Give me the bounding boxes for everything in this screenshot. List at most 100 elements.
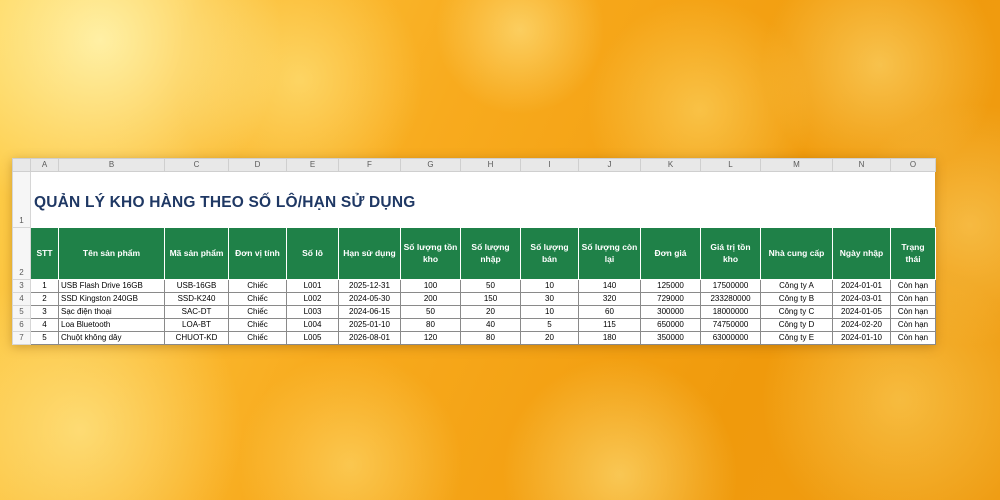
cell-H3[interactable]: 50 (460, 279, 521, 293)
cell-E3[interactable]: L001 (286, 279, 339, 293)
cell-C7[interactable]: CHUOT-KD (164, 331, 229, 345)
cell-O3[interactable]: Còn hạn (890, 279, 936, 293)
cell-M5[interactable]: Công ty C (760, 305, 833, 319)
table-header-cell-N[interactable]: Ngày nhập (832, 227, 891, 280)
cell-K7[interactable]: 350000 (640, 331, 701, 345)
cell-G5[interactable]: 50 (400, 305, 461, 319)
column-header-M[interactable]: M (760, 158, 833, 172)
cell-C6[interactable]: LOA-BT (164, 318, 229, 332)
cell-H5[interactable]: 20 (460, 305, 521, 319)
cell-A7[interactable]: 5 (30, 331, 59, 345)
cell-F7[interactable]: 2026-08-01 (338, 331, 401, 345)
cell-N3[interactable]: 2024-01-01 (832, 279, 891, 293)
cell-O6[interactable]: Còn hạn (890, 318, 936, 332)
column-header-G[interactable]: G (400, 158, 461, 172)
cell-A4[interactable]: 2 (30, 292, 59, 306)
cell-C4[interactable]: SSD-K240 (164, 292, 229, 306)
cell-G3[interactable]: 100 (400, 279, 461, 293)
cell-E4[interactable]: L002 (286, 292, 339, 306)
cell-B5[interactable]: Sạc điện thoại (58, 305, 165, 319)
cell-G7[interactable]: 120 (400, 331, 461, 345)
table-header-cell-L[interactable]: Giá trị tồn kho (700, 227, 761, 280)
column-header-N[interactable]: N (832, 158, 891, 172)
cell-D3[interactable]: Chiếc (228, 279, 287, 293)
cell-A5[interactable]: 3 (30, 305, 59, 319)
cell-B3[interactable]: USB Flash Drive 16GB (58, 279, 165, 293)
cell-K5[interactable]: 300000 (640, 305, 701, 319)
cell-B6[interactable]: Loa Bluetooth (58, 318, 165, 332)
cell-F3[interactable]: 2025-12-31 (338, 279, 401, 293)
row-header-2[interactable]: 2 (12, 227, 31, 280)
table-header-cell-O[interactable]: Trạng thái (890, 227, 936, 280)
cell-N7[interactable]: 2024-01-10 (832, 331, 891, 345)
cell-K4[interactable]: 729000 (640, 292, 701, 306)
column-header-A[interactable]: A (30, 158, 59, 172)
column-header-O[interactable]: O (890, 158, 936, 172)
table-header-cell-F[interactable]: Hạn sử dụng (338, 227, 401, 280)
cell-J4[interactable]: 320 (578, 292, 641, 306)
cell-A3[interactable]: 1 (30, 279, 59, 293)
cell-J3[interactable]: 140 (578, 279, 641, 293)
cell-I6[interactable]: 5 (520, 318, 579, 332)
table-header-cell-G[interactable]: Số lượng tồn kho (400, 227, 461, 280)
cell-J7[interactable]: 180 (578, 331, 641, 345)
table-header-cell-K[interactable]: Đơn giá (640, 227, 701, 280)
cell-C5[interactable]: SAC-DT (164, 305, 229, 319)
table-header-cell-A[interactable]: STT (30, 227, 59, 280)
cell-L7[interactable]: 63000000 (700, 331, 761, 345)
cell-A6[interactable]: 4 (30, 318, 59, 332)
cell-I3[interactable]: 10 (520, 279, 579, 293)
cell-F5[interactable]: 2024-06-15 (338, 305, 401, 319)
cell-H6[interactable]: 40 (460, 318, 521, 332)
row-header-3[interactable]: 3 (12, 279, 31, 293)
cell-O7[interactable]: Còn hạn (890, 331, 936, 345)
table-header-cell-H[interactable]: Số lượng nhập (460, 227, 521, 280)
cell-F6[interactable]: 2025-01-10 (338, 318, 401, 332)
cell-D5[interactable]: Chiếc (228, 305, 287, 319)
cell-O4[interactable]: Còn hạn (890, 292, 936, 306)
column-header-H[interactable]: H (460, 158, 521, 172)
table-header-cell-E[interactable]: Số lô (286, 227, 339, 280)
cell-D7[interactable]: Chiếc (228, 331, 287, 345)
cell-L4[interactable]: 233280000 (700, 292, 761, 306)
column-header-J[interactable]: J (578, 158, 641, 172)
column-header-L[interactable]: L (700, 158, 761, 172)
cell-H4[interactable]: 150 (460, 292, 521, 306)
table-header-cell-D[interactable]: Đơn vị tính (228, 227, 287, 280)
cell-G6[interactable]: 80 (400, 318, 461, 332)
cell-F4[interactable]: 2024-05-30 (338, 292, 401, 306)
cell-B4[interactable]: SSD Kingston 240GB (58, 292, 165, 306)
table-header-cell-B[interactable]: Tên sản phẩm (58, 227, 165, 280)
cell-N5[interactable]: 2024-01-05 (832, 305, 891, 319)
cell-J5[interactable]: 60 (578, 305, 641, 319)
cell-I5[interactable]: 10 (520, 305, 579, 319)
cell-J6[interactable]: 115 (578, 318, 641, 332)
column-header-C[interactable]: C (164, 158, 229, 172)
cell-L5[interactable]: 18000000 (700, 305, 761, 319)
cell-L6[interactable]: 74750000 (700, 318, 761, 332)
row-header-1[interactable]: 1 (12, 171, 31, 228)
column-header-F[interactable]: F (338, 158, 401, 172)
cell-O5[interactable]: Còn hạn (890, 305, 936, 319)
cell-E6[interactable]: L004 (286, 318, 339, 332)
cell-H7[interactable]: 80 (460, 331, 521, 345)
table-header-cell-M[interactable]: Nhà cung cấp (760, 227, 833, 280)
select-all-corner[interactable] (12, 158, 31, 172)
cell-M7[interactable]: Công ty E (760, 331, 833, 345)
cell-M3[interactable]: Công ty A (760, 279, 833, 293)
cell-N4[interactable]: 2024-03-01 (832, 292, 891, 306)
cell-B7[interactable]: Chuột không dây (58, 331, 165, 345)
cell-K3[interactable]: 125000 (640, 279, 701, 293)
row-header-7[interactable]: 7 (12, 331, 31, 345)
row-header-5[interactable]: 5 (12, 305, 31, 319)
cell-M6[interactable]: Công ty D (760, 318, 833, 332)
cell-C3[interactable]: USB-16GB (164, 279, 229, 293)
cell-I7[interactable]: 20 (520, 331, 579, 345)
column-header-K[interactable]: K (640, 158, 701, 172)
table-header-cell-C[interactable]: Mã sản phẩm (164, 227, 229, 280)
cell-I4[interactable]: 30 (520, 292, 579, 306)
cell-M4[interactable]: Công ty B (760, 292, 833, 306)
column-header-E[interactable]: E (286, 158, 339, 172)
row-header-6[interactable]: 6 (12, 318, 31, 332)
table-header-cell-I[interactable]: Số lượng bán (520, 227, 579, 280)
